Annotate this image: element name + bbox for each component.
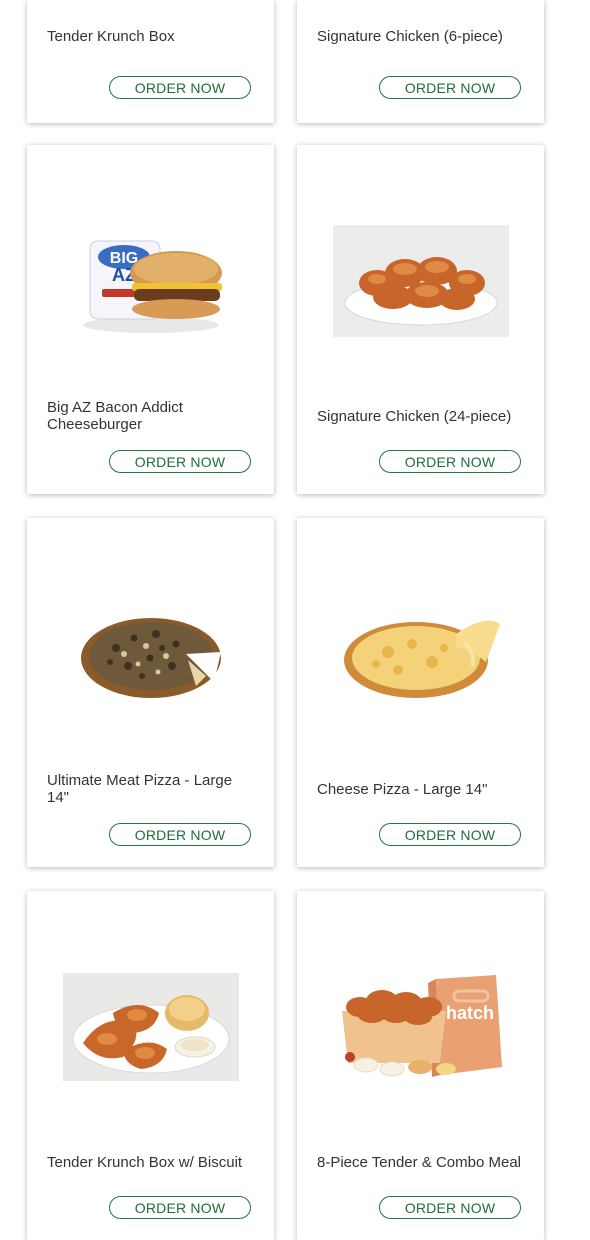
product-image-cheese-pizza[interactable] [297, 598, 544, 710]
menu-card: Ultimate Meat Pizza - Large 14" ORDER NO… [27, 518, 274, 867]
menu-card: BIG AZ Big AZ Bacon Addict Cheeseburger … [27, 145, 274, 494]
order-now-button[interactable]: ORDER NOW [379, 76, 521, 99]
menu-card: Signature Chicken (24-piece) ORDER NOW [297, 145, 544, 494]
product-title: Tender Krunch Box w/ Biscuit [47, 1153, 243, 1171]
menu-card: Cheese Pizza - Large 14" ORDER NOW [297, 518, 544, 867]
product-image-cheeseburger[interactable]: BIG AZ [27, 225, 274, 337]
order-now-button[interactable]: ORDER NOW [109, 450, 251, 473]
product-title: Big AZ Bacon Addict Cheeseburger [47, 399, 183, 433]
product-image-tenders-with-biscuit[interactable] [27, 971, 274, 1083]
menu-card: Tender Krunch Box ORDER NOW [27, 0, 274, 123]
product-title: Signature Chicken (6-piece) [317, 27, 503, 45]
order-now-button[interactable]: ORDER NOW [109, 823, 251, 846]
product-title: Signature Chicken (24-piece) [317, 407, 512, 425]
menu-card: Signature Chicken (6-piece) ORDER NOW [297, 0, 544, 123]
menu-card: Tender Krunch Box w/ Biscuit ORDER NOW [27, 891, 274, 1240]
product-title: 8-Piece Tender & Combo Meal [317, 1153, 521, 1171]
order-now-button[interactable]: ORDER NOW [379, 823, 521, 846]
product-image-fried-chicken[interactable] [297, 225, 544, 337]
product-image-combo-meal-bag[interactable]: hatch [297, 971, 544, 1083]
order-now-button[interactable]: ORDER NOW [379, 1196, 521, 1219]
menu-card: hatch 8-Piece Tender & Combo Meal ORDER … [297, 891, 544, 1240]
product-title: Tender Krunch Box [47, 27, 175, 45]
product-title: Cheese Pizza - Large 14" [317, 780, 488, 798]
product-image-meat-pizza[interactable] [27, 598, 274, 710]
order-now-button[interactable]: ORDER NOW [109, 1196, 251, 1219]
product-title: Ultimate Meat Pizza - Large 14" [47, 772, 233, 806]
order-now-button[interactable]: ORDER NOW [109, 76, 251, 99]
svg-text:hatch: hatch [445, 1003, 493, 1023]
order-now-button[interactable]: ORDER NOW [379, 450, 521, 473]
